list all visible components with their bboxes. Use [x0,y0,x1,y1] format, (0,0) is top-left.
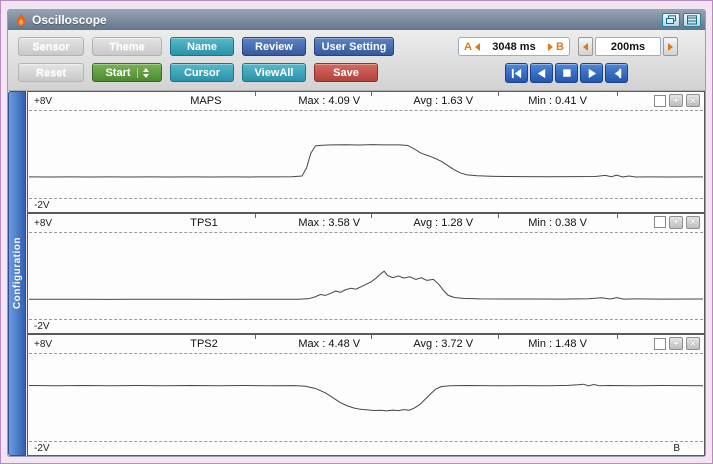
channel-expand-button[interactable]: + [669,94,683,107]
vmax-label: +8V [34,339,52,350]
ruler-tick [371,214,372,218]
vmax-label: +8V [34,218,52,229]
channel-close-button[interactable]: × [686,94,700,107]
b-marker-label: B [556,41,564,53]
sensor-button[interactable]: Sensor [18,37,84,56]
ruler-tick [617,214,618,218]
ruler-tick [498,335,499,339]
vmax-label: +8V [34,96,52,107]
a-marker-label: A [464,41,472,53]
main-area: Configuration +8V MAPS Max : 4.09 V Avg … [8,91,705,456]
channel-avg-value: Avg : 1.28 V [413,217,473,229]
ruler-tick [371,335,372,339]
ruler-tick [255,92,256,96]
stop-button[interactable] [555,63,578,83]
vmin-label: -2V [34,321,50,332]
app-flame-icon [14,13,28,28]
channel-max-value: Max : 3.58 V [298,217,360,229]
configuration-tab-label: Configuration [12,237,23,309]
a-left-arrow-icon[interactable] [475,43,480,51]
channel-avg-value: Avg : 1.63 V [413,95,473,107]
channel-min-value: Min : 0.41 V [528,95,587,107]
channel-name: MAPS [190,95,221,107]
step-back-button[interactable] [530,63,553,83]
ab-range-value: 3048 ms [483,41,545,53]
right-arrow-icon [668,43,673,51]
vmin-label: -2V [34,200,50,211]
viewall-button[interactable]: ViewAll [242,63,306,82]
toolbar: Sensor Theme Name Review User Setting Re… [8,30,705,91]
channel-select-checkbox[interactable] [654,95,666,107]
b-cursor-marker[interactable]: B [673,443,680,454]
channel-expand-button[interactable]: + [669,337,683,350]
channel-name: TPS1 [190,217,218,229]
channel-panel-tps2: +8V TPS2 Max : 4.48 V Avg : 3.72 V Min :… [27,334,705,456]
save-button[interactable]: Save [314,63,378,82]
user-setting-button[interactable]: User Setting [314,37,394,56]
cursor-button[interactable]: Cursor [170,63,234,82]
review-button[interactable]: Review [242,37,306,56]
channel-min-value: Min : 0.38 V [528,217,587,229]
configuration-tab[interactable]: Configuration [8,91,26,456]
ruler-tick [255,214,256,218]
ab-range-control[interactable]: A 3048 ms B [458,37,570,56]
waveform-tps2 [29,353,703,442]
start-button-label: Start [105,67,130,79]
channel-panel-maps: +8V MAPS Max : 4.09 V Avg : 1.63 V Min :… [27,91,705,213]
channel-select-checkbox[interactable] [654,216,666,228]
channel-close-button[interactable]: × [686,216,700,229]
channel-max-value: Max : 4.09 V [298,95,360,107]
ruler-tick [617,92,618,96]
channel-name: TPS2 [190,338,218,350]
channel-controls: + × [654,94,700,107]
channel-avg-value: Avg : 3.72 V [413,338,473,350]
timebase-decrease-button[interactable] [578,37,593,56]
channel-controls: + × [654,216,700,229]
name-button[interactable]: Name [170,37,234,56]
left-arrow-icon [583,43,588,51]
play-button[interactable] [580,63,603,83]
waveform-tps1 [29,232,703,321]
channel-max-value: Max : 4.48 V [298,338,360,350]
ruler-tick [498,214,499,218]
start-spinner-icon[interactable] [137,68,149,78]
window-title: Oscilloscope [32,13,659,27]
channel-expand-button[interactable]: + [669,216,683,229]
restore-window-button[interactable] [662,13,680,27]
titlebar[interactable]: Oscilloscope [8,10,705,30]
channel-controls: + × [654,337,700,350]
playback-controls [505,63,628,83]
app-window: Oscilloscope Sensor Theme Name [7,9,706,457]
vmin-label: -2V [34,443,50,454]
channel-panels: +8V MAPS Max : 4.09 V Avg : 1.63 V Min :… [27,91,705,456]
ruler-tick [255,335,256,339]
start-button[interactable]: Start [92,63,162,82]
reset-button[interactable]: Reset [18,63,84,82]
channel-panel-tps1: +8V TPS1 Max : 3.58 V Avg : 1.28 V Min :… [27,213,705,335]
ruler-tick [371,92,372,96]
skip-last-button[interactable] [605,63,628,83]
channel-close-button[interactable]: × [686,337,700,350]
channel-min-value: Min : 1.48 V [528,338,587,350]
toolbar-row-2: Reset Start Cursor ViewAll Save [18,63,378,82]
waveform-maps [29,110,703,199]
ruler-tick [617,335,618,339]
theme-button[interactable]: Theme [92,37,162,56]
channel-select-checkbox[interactable] [654,338,666,350]
timebase-control: 200ms [578,37,678,56]
b-right-arrow-icon[interactable] [548,43,553,51]
timebase-value[interactable]: 200ms [595,37,661,56]
toolbar-row-1: Sensor Theme Name Review User Setting [18,37,394,56]
timebase-increase-button[interactable] [663,37,678,56]
oscilloscope-app: Oscilloscope Sensor Theme Name [0,0,713,464]
maximize-window-button[interactable] [683,13,701,27]
skip-first-button[interactable] [505,63,528,83]
ruler-tick [498,92,499,96]
